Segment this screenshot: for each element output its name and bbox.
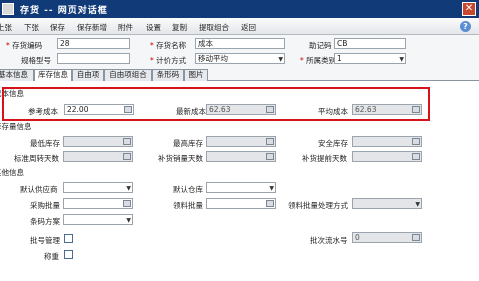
replenish-sales-days-input[interactable] <box>206 151 276 162</box>
title-bar: 存货 -- 网页对话框 ✕ <box>0 0 479 18</box>
max-stock-label: 最高库存 <box>173 139 203 148</box>
mnemonic-input[interactable]: CB <box>334 38 406 49</box>
warehouse-select[interactable]: ▼ <box>206 182 276 193</box>
calculator-icon[interactable] <box>123 138 131 145</box>
turnover-days-input[interactable] <box>63 151 133 162</box>
toolbar-extract-combo-button[interactable]: 提取组合 <box>199 22 229 33</box>
name-input[interactable]: 成本 <box>195 38 285 49</box>
toolbar: 上张 下张 保存 保存新增 附件 设置 复制 提取组合 返回 ? <box>0 18 479 35</box>
calculator-icon[interactable] <box>266 138 274 145</box>
tab-basic-info[interactable]: 基本信息 <box>0 69 34 81</box>
name-label: * 存货名称 <box>150 41 187 50</box>
min-stock-label: 最低库存 <box>30 139 60 148</box>
calculator-icon[interactable] <box>124 106 132 113</box>
issue-batch-label: 领料批量 <box>173 201 203 210</box>
toolbar-next-button[interactable]: 下张 <box>24 22 39 33</box>
category-label: * 所属类别 <box>300 56 337 65</box>
barcode-scheme-select[interactable]: ▼ <box>63 214 133 225</box>
chevron-down-icon: ▼ <box>415 201 420 208</box>
chevron-down-icon: ▼ <box>126 217 131 224</box>
toolbar-save-new-button[interactable]: 保存新增 <box>77 22 107 33</box>
issue-method-select[interactable]: ▼ <box>352 198 422 209</box>
spec-label: 规格型号 <box>21 56 51 65</box>
ref-cost-input[interactable]: 22.00 <box>64 104 134 115</box>
batch-mgmt-label: 批号管理 <box>30 236 60 245</box>
lead-days-label: 补货提前天数 <box>302 154 347 163</box>
code-label: * 存货编码 <box>6 41 43 50</box>
calculator-icon[interactable] <box>266 200 274 207</box>
calculator-icon[interactable] <box>412 138 420 145</box>
tab-free-item-combo[interactable]: 自由项组合 <box>104 69 152 81</box>
batch-seq-label: 批次流水号 <box>310 236 348 245</box>
calculator-icon[interactable] <box>266 153 274 160</box>
calculator-icon[interactable] <box>123 153 131 160</box>
safe-stock-input[interactable] <box>352 136 422 147</box>
chevron-down-icon: ▼ <box>399 56 404 63</box>
header-form: * 存货编码 28 * 存货名称 成本 助记码 CB 规格型号 * 计价方式 移… <box>0 35 479 69</box>
batch-mgmt-checkbox[interactable] <box>64 234 73 243</box>
tab-free-items[interactable]: 自由项 <box>72 69 104 81</box>
spec-input[interactable] <box>57 53 130 64</box>
avg-cost-input: 62.63 <box>352 104 422 115</box>
safe-stock-label: 安全库存 <box>318 139 348 148</box>
latest-cost-input: 62.63 <box>206 104 276 115</box>
toolbar-return-button[interactable]: 返回 <box>241 22 256 33</box>
pricing-select[interactable]: 移动平均 ▼ <box>195 53 285 64</box>
calculator-icon <box>412 106 420 113</box>
issue-batch-input[interactable] <box>206 198 276 209</box>
issue-method-label: 领料批量处理方式 <box>288 201 348 210</box>
latest-cost-label: 最新成本 <box>176 107 206 116</box>
tab-bar: 基本信息 库存信息 自由项 自由项组合 条形码 图片 <box>0 69 479 82</box>
turnover-days-label: 标准周转天数 <box>14 154 59 163</box>
calculator-icon[interactable] <box>123 200 131 207</box>
toolbar-copy-button[interactable]: 复制 <box>172 22 187 33</box>
max-stock-input[interactable] <box>206 136 276 147</box>
toolbar-settings-button[interactable]: 设置 <box>146 22 161 33</box>
tab-barcode[interactable]: 条形码 <box>152 69 184 81</box>
tab-picture[interactable]: 图片 <box>184 69 208 81</box>
batch-seq-input[interactable]: 0 <box>352 232 422 243</box>
calculator-icon[interactable] <box>412 153 420 160</box>
ref-cost-label: 参考成本 <box>28 107 58 116</box>
other-section-title: 其他信息 <box>0 168 24 177</box>
min-stock-input[interactable] <box>63 136 133 147</box>
warehouse-label: 默认仓库 <box>173 185 203 194</box>
supplier-label: 默认供应商 <box>20 185 58 194</box>
toolbar-attachment-button[interactable]: 附件 <box>118 22 133 33</box>
toolbar-save-button[interactable]: 保存 <box>50 22 65 33</box>
chevron-down-icon: ▼ <box>278 56 283 63</box>
stock-info-panel: 成本信息 参考成本 22.00 最新成本 62.63 平均成本 62.63 库存… <box>0 81 479 281</box>
toolbar-prev-button[interactable]: 上张 <box>0 22 12 33</box>
purchase-batch-input[interactable] <box>63 198 133 209</box>
code-input[interactable]: 28 <box>57 38 130 49</box>
mnemonic-label: 助记码 <box>309 41 332 50</box>
help-icon[interactable]: ? <box>460 21 471 32</box>
calculator-icon[interactable] <box>412 234 420 241</box>
barcode-scheme-label: 条码方案 <box>30 217 60 226</box>
chevron-down-icon: ▼ <box>269 185 274 192</box>
window-title: 存货 -- 网页对话框 <box>20 6 108 16</box>
weigh-checkbox[interactable] <box>64 250 73 259</box>
pricing-label: * 计价方式 <box>150 56 187 65</box>
close-button[interactable]: ✕ <box>462 2 476 16</box>
app-icon <box>2 3 14 15</box>
supplier-select[interactable]: ▼ <box>63 182 133 193</box>
stock-section-title: 库存量信息 <box>0 122 32 131</box>
weigh-label: 称重 <box>44 252 59 261</box>
replenish-sales-days-label: 补货销量天数 <box>158 154 203 163</box>
calculator-icon <box>266 106 274 113</box>
lead-days-input[interactable] <box>352 151 422 162</box>
category-select[interactable]: 1 ▼ <box>334 53 406 64</box>
avg-cost-label: 平均成本 <box>318 107 348 116</box>
chevron-down-icon: ▼ <box>126 185 131 192</box>
purchase-batch-label: 采购批量 <box>30 201 60 210</box>
